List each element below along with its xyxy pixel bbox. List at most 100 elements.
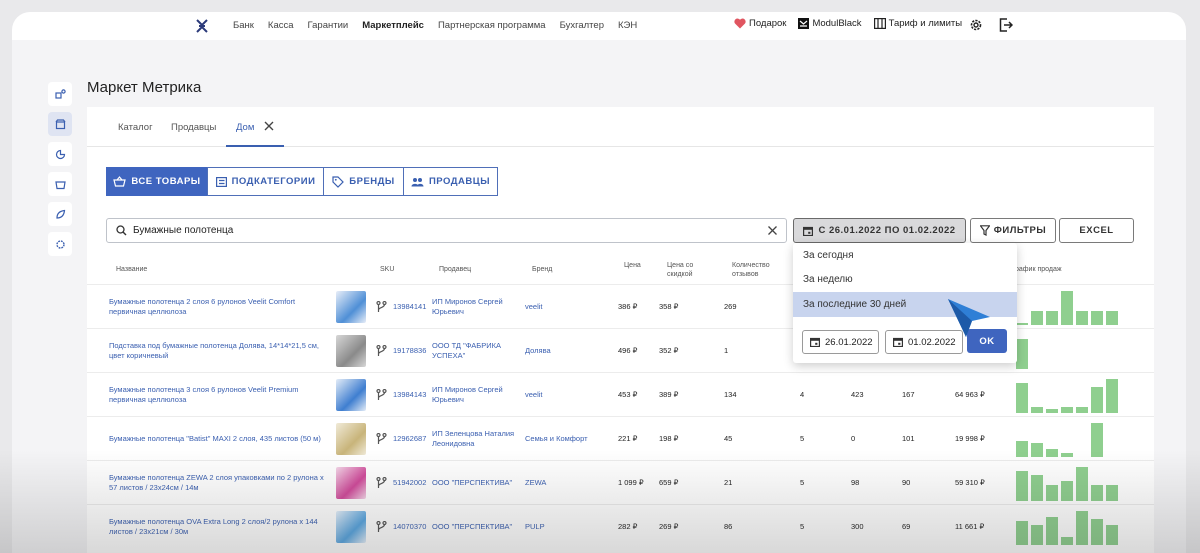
- date-from-value: 26.01.2022: [825, 336, 873, 348]
- brand-link[interactable]: ZEWA: [525, 478, 546, 487]
- metric-3: 101: [902, 434, 915, 443]
- col-brand[interactable]: Бренд: [532, 265, 552, 274]
- col-sales-chart[interactable]: рафик продаж: [1015, 265, 1062, 274]
- product-name-line2[interactable]: 57 листов / 23x24см / 14м: [109, 483, 199, 492]
- product-name-line1[interactable]: Бумажные полотенца 3 слоя 6 рулонов Veel…: [109, 385, 339, 394]
- date-from-field[interactable]: 26.01.2022: [802, 330, 879, 354]
- gift-link[interactable]: Подарок: [734, 18, 786, 29]
- table-row[interactable]: Бумажные полотенца ZEWA 2 слоя упаковкам…: [87, 460, 1154, 504]
- tab-catalog[interactable]: Каталог: [118, 122, 153, 133]
- segment-all-products[interactable]: ВСЕ ТОВАРЫ: [106, 167, 208, 196]
- variants-fork-icon[interactable]: [376, 433, 387, 445]
- topnav-item-partner[interactable]: Партнерская программа: [438, 20, 546, 31]
- rail-item-analytics[interactable]: [48, 142, 72, 166]
- seller-line1[interactable]: ООО "ПЕРСПЕКТИВА": [432, 478, 512, 487]
- product-name-line1[interactable]: Бумажные полотенца "Batist" MAXI 2 слоя,…: [109, 434, 339, 443]
- seller-line1[interactable]: ИП Миронов Сергей: [432, 385, 503, 394]
- seller-line2[interactable]: Юрьевич: [432, 395, 464, 404]
- gift-label: Подарок: [749, 18, 787, 29]
- product-name-line1[interactable]: Бумажные полотенца OVA Extra Long 2 слоя…: [109, 517, 339, 526]
- rail-item-settings[interactable]: [48, 232, 72, 256]
- product-name-line2[interactable]: первичная целлюлоза: [109, 395, 186, 404]
- product-name-line1[interactable]: Бумажные полотенца ZEWA 2 слоя упаковкам…: [109, 473, 339, 482]
- table-row[interactable]: Бумажные полотенца "Batist" MAXI 2 слоя,…: [87, 416, 1154, 460]
- sku-link[interactable]: 14070370: [393, 522, 426, 531]
- product-thumbnail[interactable]: [336, 467, 366, 499]
- product-thumbnail[interactable]: [336, 291, 366, 323]
- close-tab-icon[interactable]: [263, 120, 275, 132]
- seller-line1[interactable]: ООО ТД "ФАБРИКА: [432, 341, 501, 350]
- variants-fork-icon[interactable]: [376, 521, 387, 533]
- topnav-item-guarantees[interactable]: Гарантии: [308, 20, 349, 31]
- sku-link[interactable]: 12962687: [393, 434, 426, 443]
- product-name-line2[interactable]: листов / 23x21см / 30м: [109, 527, 188, 536]
- topnav-item-accountant[interactable]: Бухгалтер: [560, 20, 604, 31]
- sku-link[interactable]: 13984141: [393, 302, 426, 311]
- brand-link[interactable]: veelit: [525, 302, 543, 311]
- col-discount[interactable]: Цена со скидкой: [667, 261, 693, 279]
- page-title: Маркет Метрика: [87, 79, 202, 96]
- product-name-line2[interactable]: цвет коричневый: [109, 351, 168, 360]
- sku-link[interactable]: 13984143: [393, 390, 426, 399]
- rail-item-apps[interactable]: [48, 82, 72, 106]
- tab-home[interactable]: Дом: [236, 122, 254, 133]
- date-range-button[interactable]: С 26.01.2022 ПО 01.02.2022: [793, 218, 966, 243]
- rail-item-cart[interactable]: [48, 172, 72, 196]
- product-thumbnail[interactable]: [336, 423, 366, 455]
- product-thumbnail[interactable]: [336, 379, 366, 411]
- rail-item-tag[interactable]: [48, 202, 72, 226]
- brand-link[interactable]: Семья и Комфорт: [525, 434, 588, 443]
- clear-search-icon[interactable]: [767, 225, 778, 236]
- excel-export-button[interactable]: EXCEL: [1059, 218, 1134, 243]
- table-row[interactable]: Бумажные полотенца OVA Extra Long 2 слоя…: [87, 504, 1154, 548]
- seller-line2[interactable]: Юрьевич: [432, 307, 464, 316]
- col-price[interactable]: Цена: [624, 261, 641, 270]
- col-seller[interactable]: Продавец: [439, 265, 471, 274]
- variants-fork-icon[interactable]: [376, 301, 387, 313]
- variants-fork-icon[interactable]: [376, 477, 387, 489]
- reviews-count: 1: [724, 346, 729, 355]
- filters-button[interactable]: ФИЛЬТРЫ: [970, 218, 1056, 243]
- product-name-line1[interactable]: Подставка под бумажные полотенца Долява,…: [109, 341, 339, 350]
- brand-link[interactable]: PULP: [525, 522, 545, 531]
- brand-link[interactable]: Долява: [525, 346, 551, 355]
- option-today[interactable]: За сегодня: [793, 243, 1017, 268]
- col-name[interactable]: Название: [116, 265, 147, 274]
- seller-line1[interactable]: ИП Миронов Сергей: [432, 297, 503, 306]
- topnav-item-kassa[interactable]: Касса: [268, 20, 294, 31]
- product-name-line1[interactable]: Бумажные полотенца 2 слоя 6 рулонов Veel…: [109, 297, 339, 306]
- sku-link[interactable]: 51942002: [393, 478, 426, 487]
- rail-item-store[interactable]: [48, 112, 72, 136]
- col-sku[interactable]: SKU: [380, 265, 394, 274]
- tab-sellers[interactable]: Продавцы: [171, 122, 216, 133]
- table-row[interactable]: Бумажные полотенца 3 слоя 6 рулонов Veel…: [87, 372, 1154, 416]
- segment-brands[interactable]: БРЕНДЫ: [323, 167, 404, 196]
- sku-link[interactable]: 19178836: [393, 346, 426, 355]
- segment-sellers[interactable]: ПРОДАВЦЫ: [403, 167, 498, 196]
- modulblack-link[interactable]: ModulBlack: [798, 18, 862, 29]
- topnav-item-marketplace[interactable]: Маркетплейс: [362, 20, 424, 31]
- brand-logo-icon[interactable]: [196, 19, 208, 33]
- product-thumbnail[interactable]: [336, 335, 366, 367]
- logout-icon[interactable]: [999, 18, 1013, 32]
- col-reviews[interactable]: Количество отзывов: [732, 261, 770, 279]
- product-name-line2[interactable]: первичная целлюлоза: [109, 307, 186, 316]
- brand-link[interactable]: veelit: [525, 390, 543, 399]
- sales-bar: [1076, 467, 1088, 501]
- segment-subcategories[interactable]: ПОДКАТЕГОРИИ: [207, 167, 324, 196]
- settings-gear-icon[interactable]: [969, 18, 983, 32]
- topnav-item-ken[interactable]: КЭН: [618, 20, 637, 31]
- tariff-link[interactable]: Тариф и лимиты: [873, 18, 962, 29]
- topnav-item-bank[interactable]: Банк: [233, 20, 254, 31]
- variants-fork-icon[interactable]: [376, 389, 387, 401]
- product-thumbnail[interactable]: [336, 511, 366, 543]
- variants-fork-icon[interactable]: [376, 345, 387, 357]
- list-icon: [215, 176, 227, 187]
- top-icons: [969, 18, 1013, 32]
- option-week[interactable]: За неделю: [793, 267, 1017, 292]
- seller-line2[interactable]: Леонидовна: [432, 439, 474, 448]
- seller-line2[interactable]: УСПЕХА": [432, 351, 465, 360]
- seller-line1[interactable]: ООО "ПЕРСПЕКТИВА": [432, 522, 512, 531]
- search-input[interactable]: Бумажные полотенца: [106, 218, 787, 243]
- seller-line1[interactable]: ИП Зеленцова Наталия: [432, 429, 514, 438]
